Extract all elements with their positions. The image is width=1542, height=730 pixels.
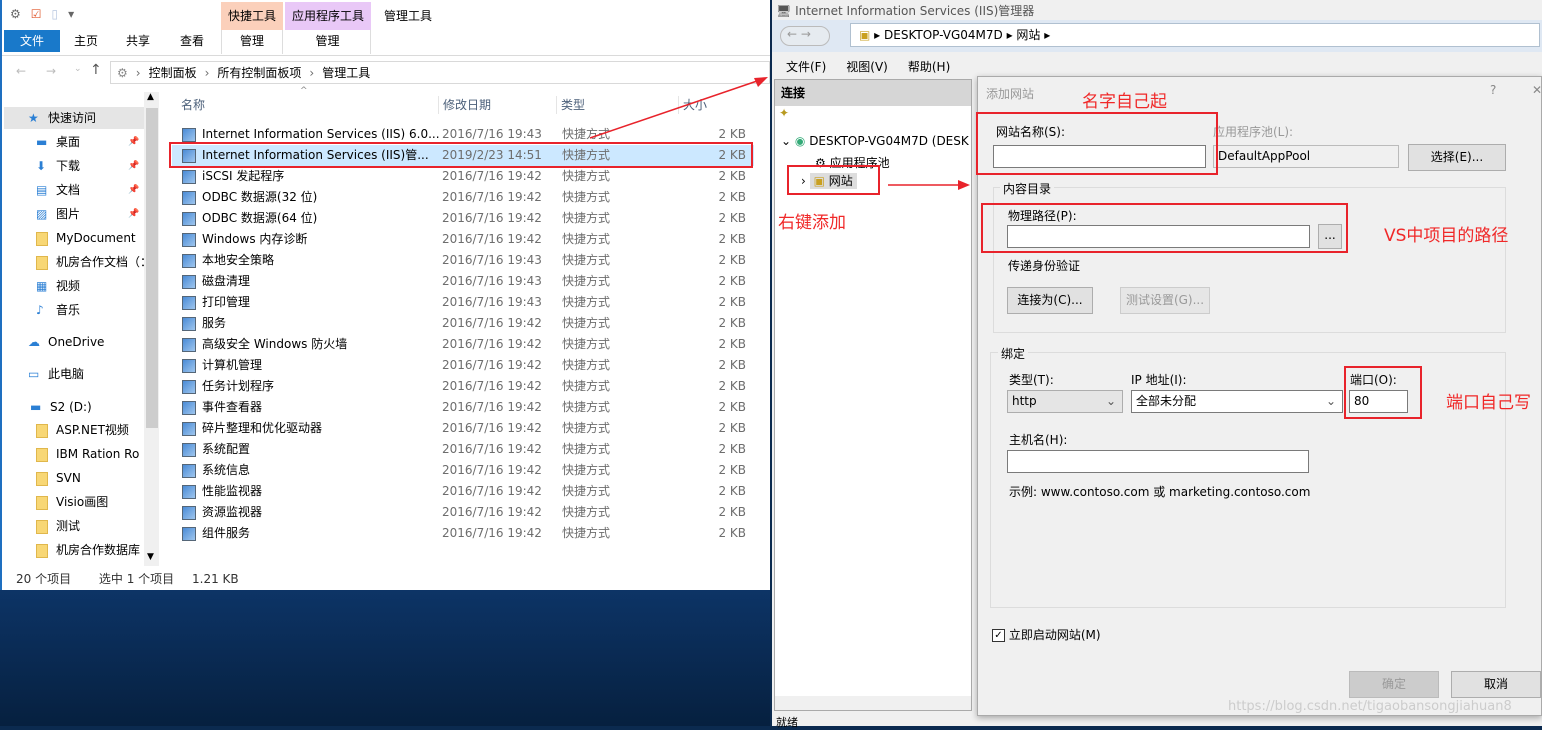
annotation-port: 端口自己写	[1446, 393, 1531, 413]
cancel-button[interactable]: 取消	[1451, 671, 1541, 698]
chevron-down-icon: ⌄	[1325, 394, 1336, 408]
host-label: 主机名(H):	[1009, 433, 1068, 447]
highlight-site-name	[976, 112, 1218, 175]
content-directory-label: 内容目录	[1000, 180, 1055, 197]
arrow-line	[589, 79, 761, 139]
app-pool-label: 应用程序池(L):	[1213, 125, 1294, 139]
ip-value: 全部未分配	[1136, 394, 1197, 408]
annotation-name: 名字自己起	[1082, 92, 1167, 112]
annotation-path: VS中项目的路径	[1384, 226, 1509, 246]
arrow-head	[754, 77, 768, 87]
ip-label: IP 地址(I):	[1131, 373, 1187, 387]
ok-button: 确定	[1349, 671, 1439, 698]
start-now-label: 立即启动网站(M)	[1008, 628, 1101, 642]
arrow-head	[958, 180, 970, 190]
annotation-right-click: 右键添加	[778, 213, 846, 233]
binding-label: 绑定	[998, 345, 1029, 362]
dialog-title: 添加网站	[986, 87, 1035, 101]
highlight-physical-path	[981, 203, 1348, 253]
type-select[interactable]: http ⌄	[1007, 390, 1123, 413]
highlight-port	[1344, 366, 1422, 419]
type-value: http	[1012, 394, 1037, 408]
app-pool-field: DefaultAppPool	[1213, 145, 1399, 168]
pass-auth-label: 传递身份验证	[1008, 259, 1081, 273]
help-button[interactable]: ?	[1490, 83, 1496, 97]
connect-as-button[interactable]: 连接为(C)...	[1007, 287, 1093, 314]
highlight-sites-node	[787, 165, 880, 195]
host-example: 示例: www.contoso.com 或 marketing.contoso.…	[1009, 485, 1311, 499]
watermark: https://blog.csdn.net/tigaobansongjiahua…	[1228, 699, 1512, 714]
type-label: 类型(T):	[1009, 373, 1054, 387]
highlight-iis-shortcut	[169, 142, 753, 168]
start-now-checkbox[interactable]: ✓ 立即启动网站(M)	[992, 626, 1101, 643]
test-settings-button: 测试设置(G)...	[1120, 287, 1210, 314]
chevron-down-icon: ⌄	[1105, 394, 1116, 408]
host-input[interactable]	[1007, 450, 1309, 473]
select-app-pool-button[interactable]: 选择(E)...	[1408, 144, 1506, 171]
checkbox-checked-icon: ✓	[992, 629, 1005, 642]
close-button[interactable]: ✕	[1532, 83, 1542, 97]
ip-select[interactable]: 全部未分配 ⌄	[1131, 390, 1343, 413]
